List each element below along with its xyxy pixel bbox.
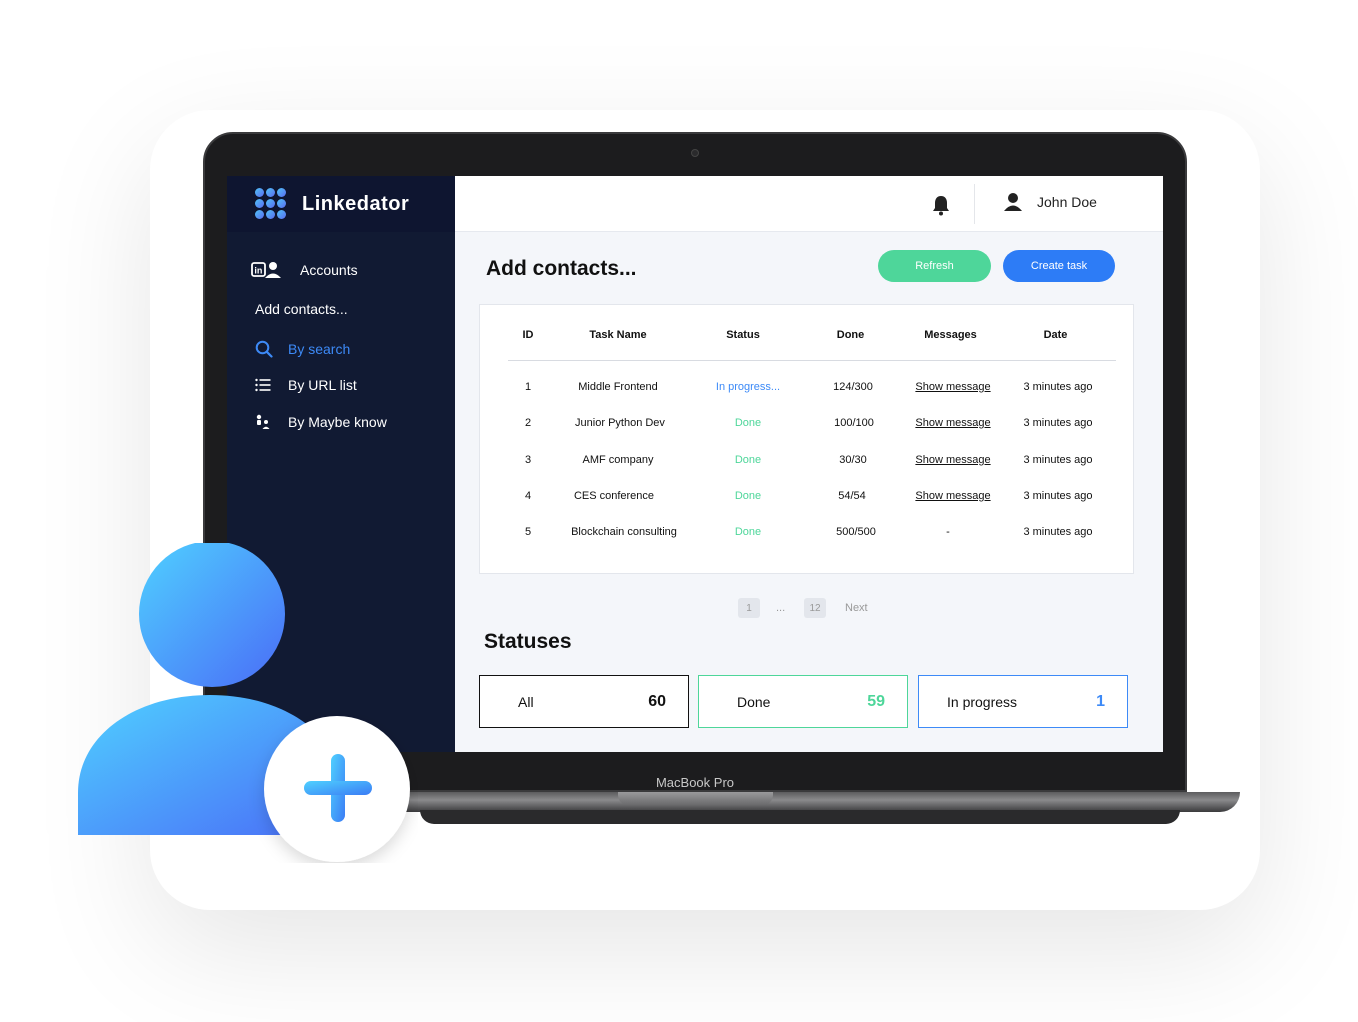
logo-icon <box>255 188 287 220</box>
cell-id: 4 <box>524 490 532 502</box>
column-header-done: Done <box>836 329 865 341</box>
list-icon <box>255 378 288 392</box>
page-title: Add contacts... <box>486 257 637 280</box>
table-row[interactable]: 3 AMF company Done 30/30 Show message 3 … <box>508 454 1116 474</box>
cell-status: Done <box>734 454 762 466</box>
sidebar-item-by-search[interactable]: By search <box>255 340 350 358</box>
cell-status: Done <box>734 417 762 429</box>
cell-id: 2 <box>524 417 532 429</box>
cell-date: 3 minutes ago <box>1023 381 1093 393</box>
cell-done: 54/54 <box>838 490 866 502</box>
cell-date: 3 minutes ago <box>1023 526 1093 538</box>
sidebar-item-label: By URL list <box>288 377 357 393</box>
device-label: MacBook Pro <box>655 775 735 790</box>
page-button-first[interactable]: 1 <box>738 598 760 618</box>
sidebar-item-label: By Maybe know <box>288 414 387 430</box>
table-row[interactable]: 2 Junior Python Dev Done 100/100 Show me… <box>508 417 1116 437</box>
sidebar-item-accounts[interactable]: in Accounts <box>251 261 358 279</box>
camera-icon <box>691 149 699 157</box>
status-count: 1 <box>1096 692 1105 710</box>
table-row[interactable]: 5 Blockchain consulting Done 500/500 - 3… <box>508 526 1116 546</box>
section-label: Add contacts... <box>255 301 348 317</box>
cell-messages: - <box>946 526 950 538</box>
svg-text:in: in <box>254 266 262 276</box>
laptop-notch <box>618 792 773 805</box>
cell-date: 3 minutes ago <box>1023 454 1093 466</box>
logo-bar: Linkedator <box>227 176 455 232</box>
column-header-messages: Messages <box>924 329 977 341</box>
column-header-task-name: Task Name <box>589 329 647 341</box>
sidebar-item-by-url-list[interactable]: By URL list <box>255 377 357 393</box>
column-header-id: ID <box>522 329 534 341</box>
scene: MacBook Pro Linkedator in Accounts Add c… <box>0 0 1358 1022</box>
show-message-link[interactable]: Show message <box>903 454 1003 466</box>
pagination-next[interactable]: Next <box>845 602 868 614</box>
cell-task-name: Blockchain consulting <box>571 526 677 538</box>
cell-done: 30/30 <box>839 454 867 466</box>
people-icon <box>255 414 288 430</box>
add-user-illustration-icon <box>78 543 410 862</box>
cell-id: 3 <box>524 454 532 466</box>
status-count: 60 <box>648 692 666 710</box>
sidebar-item-label: Accounts <box>300 262 358 278</box>
status-count: 59 <box>867 692 885 710</box>
user-name: John Doe <box>1037 194 1097 210</box>
bell-icon[interactable] <box>931 194 951 221</box>
show-message-link[interactable]: Show message <box>903 490 1003 502</box>
topbar-divider <box>974 184 975 224</box>
statuses-title: Statuses <box>484 630 572 653</box>
status-card-done[interactable]: Done 59 <box>698 675 908 728</box>
linkedin-accounts-icon: in <box>251 261 300 279</box>
create-task-button[interactable]: Create task <box>1003 250 1115 282</box>
cell-task-name: Junior Python Dev <box>575 417 665 429</box>
cell-task-name: CES conference <box>573 490 655 502</box>
cell-date: 3 minutes ago <box>1023 417 1093 429</box>
cell-date: 3 minutes ago <box>1023 490 1093 502</box>
cell-status: In progress... <box>715 381 781 393</box>
cell-status: Done <box>734 490 762 502</box>
status-card-all[interactable]: All 60 <box>479 675 689 728</box>
app-name: Linkedator <box>302 192 410 215</box>
top-bar: John Doe <box>455 176 1163 232</box>
laptop-base <box>360 792 1240 812</box>
main-content: Add contacts... Refresh Create task ID T… <box>455 232 1163 752</box>
sidebar-item-by-maybe-know[interactable]: By Maybe know <box>255 414 387 430</box>
pagination-ellipsis: ... <box>776 602 786 614</box>
cell-done: 500/500 <box>836 526 876 538</box>
laptop-foot <box>420 810 1180 824</box>
cell-id: 1 <box>524 381 532 393</box>
search-icon <box>255 340 288 358</box>
cell-task-name: Middle Frontend <box>578 381 658 393</box>
table-header: ID Task Name Status Done Messages Date <box>508 305 1116 361</box>
table-row[interactable]: 1 Middle Frontend In progress... 124/300… <box>508 381 1116 401</box>
cell-done: 100/100 <box>834 417 874 429</box>
cell-done: 124/300 <box>833 381 873 393</box>
column-header-date: Date <box>1043 329 1068 341</box>
show-message-link[interactable]: Show message <box>903 417 1003 429</box>
refresh-button[interactable]: Refresh <box>878 250 991 282</box>
cell-id: 5 <box>524 526 532 538</box>
tasks-table: ID Task Name Status Done Messages Date 1… <box>479 304 1134 574</box>
user-menu[interactable]: John Doe <box>1003 192 1097 212</box>
user-icon <box>1004 193 1022 211</box>
page-button-last[interactable]: 12 <box>804 598 826 618</box>
status-label: In progress <box>947 693 1018 710</box>
status-card-in-progress[interactable]: In progress 1 <box>918 675 1128 728</box>
cell-task-name: AMF company <box>582 454 654 466</box>
status-label: All <box>518 693 534 710</box>
sidebar-section-title: Add contacts... <box>255 301 348 317</box>
table-row[interactable]: 4 CES conference Done 54/54 Show message… <box>508 490 1116 510</box>
status-label: Done <box>737 693 771 710</box>
sidebar-item-label: By search <box>288 341 351 357</box>
column-header-status: Status <box>726 329 760 341</box>
cell-status: Done <box>734 526 762 538</box>
show-message-link[interactable]: Show message <box>903 381 1003 393</box>
